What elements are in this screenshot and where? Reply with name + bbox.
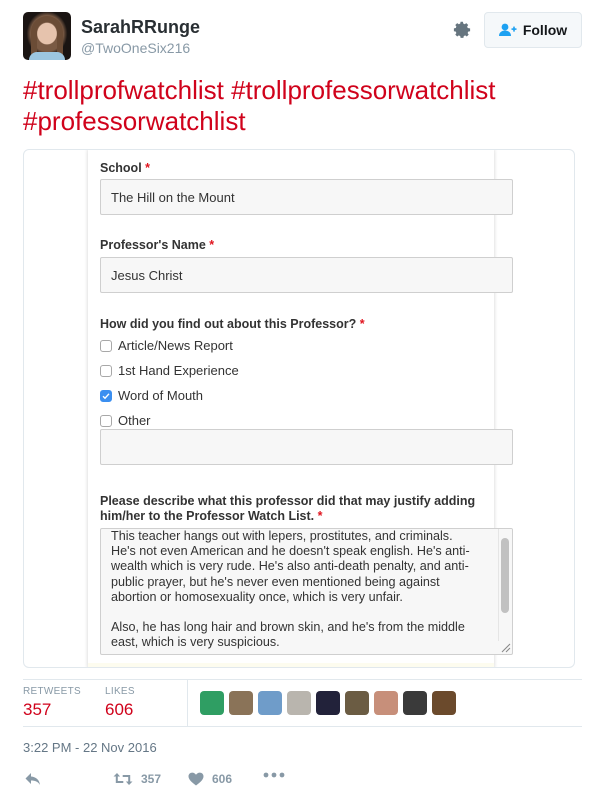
description-label-line2: him/her to the Professor Watch List. xyxy=(100,509,315,523)
checkbox-checked[interactable] xyxy=(100,389,112,402)
tweet-timestamp[interactable]: 3:22 PM - 22 Nov 2016 xyxy=(23,740,157,755)
hashtag-link[interactable]: #professorwatchlist xyxy=(23,106,246,136)
liker-avatar[interactable] xyxy=(229,691,253,715)
required-mark: * xyxy=(317,509,323,523)
likes-label: LIKES xyxy=(105,686,135,697)
professor-name-label-text: Professor's Name xyxy=(100,238,206,252)
school-input[interactable]: The Hill on the Mount xyxy=(100,179,513,215)
stats-separator xyxy=(187,680,188,726)
reply-icon xyxy=(25,773,40,785)
description-label-line1: Please describe what this professor did … xyxy=(100,494,476,508)
divider xyxy=(23,726,582,727)
hashtag-link[interactable]: #trollprofessorwatchlist xyxy=(231,75,495,105)
option-label: Article/News Report xyxy=(118,338,233,353)
liker-avatar[interactable] xyxy=(258,691,282,715)
school-label: School * xyxy=(100,161,150,176)
follow-button[interactable]: Follow xyxy=(484,12,582,48)
liker-avatar[interactable] xyxy=(432,691,456,715)
other-input[interactable] xyxy=(100,429,513,465)
watchlist-form: School * The Hill on the Mount Professor… xyxy=(88,150,513,667)
liker-avatar[interactable] xyxy=(287,691,311,715)
option-label: Other xyxy=(118,413,151,428)
required-mark: * xyxy=(359,317,365,331)
checkbox[interactable] xyxy=(100,339,112,352)
option-label: Word of Mouth xyxy=(118,388,204,403)
description-label: Please describe what this professor did … xyxy=(100,494,475,524)
likes-value: 606 xyxy=(105,700,134,719)
professor-name-label: Professor's Name * xyxy=(100,238,214,253)
scrollbar-track[interactable] xyxy=(498,529,512,641)
heart-icon xyxy=(188,772,204,786)
tweet-header: SarahRRunge @TwoOneSix216 Follow xyxy=(0,0,600,65)
source-question-label: How did you find out about this Professo… xyxy=(100,317,365,332)
gear-icon[interactable] xyxy=(452,20,472,40)
more-icon xyxy=(263,772,285,778)
retweet-icon xyxy=(113,773,133,785)
form-bottom-edge xyxy=(88,663,494,667)
option-label: 1st Hand Experience xyxy=(118,363,239,378)
liker-avatar[interactable] xyxy=(374,691,398,715)
professor-name-input[interactable]: Jesus Christ xyxy=(100,257,513,293)
likes-stat[interactable]: LIKES 606 xyxy=(105,686,135,720)
retweet-button[interactable]: 357 xyxy=(113,772,161,786)
liker-avatar[interactable] xyxy=(403,691,427,715)
liker-avatar[interactable] xyxy=(200,691,224,715)
reply-button[interactable] xyxy=(25,772,41,786)
more-button[interactable] xyxy=(263,772,285,778)
follow-label: Follow xyxy=(522,22,568,38)
required-mark: * xyxy=(145,161,151,175)
user-avatar[interactable] xyxy=(23,12,71,60)
liker-avatar[interactable] xyxy=(316,691,340,715)
option-1st-hand-experience[interactable]: 1st Hand Experience xyxy=(100,363,239,378)
professor-name-value: Jesus Christ xyxy=(111,267,183,283)
option-article-news-report[interactable]: Article/News Report xyxy=(100,338,233,353)
school-value: The Hill on the Mount xyxy=(111,189,235,205)
person-plus-icon xyxy=(498,23,517,36)
user-handle[interactable]: @TwoOneSix216 xyxy=(81,40,190,56)
checkbox[interactable] xyxy=(100,414,112,427)
attached-image[interactable]: School * The Hill on the Mount Professor… xyxy=(23,149,575,668)
retweets-value: 357 xyxy=(23,700,52,719)
checkmark-icon xyxy=(102,392,110,399)
school-label-text: School xyxy=(100,161,142,175)
retweets-label: RETWEETS xyxy=(23,686,81,697)
hashtag-link[interactable]: #trollprofwatchlist xyxy=(23,75,224,105)
description-textarea[interactable]: This teacher hangs out with lepers, pros… xyxy=(100,528,513,655)
like-button[interactable]: 606 xyxy=(188,772,232,786)
description-value: This teacher hangs out with lepers, pros… xyxy=(111,529,470,650)
source-question-text: How did you find out about this Professo… xyxy=(100,317,357,331)
option-word-of-mouth[interactable]: Word of Mouth xyxy=(100,388,203,403)
resize-handle-icon[interactable] xyxy=(499,641,511,653)
option-other[interactable]: Other xyxy=(100,413,151,428)
checkbox[interactable] xyxy=(100,364,112,377)
scrollbar-thumb[interactable] xyxy=(501,538,509,613)
tweet-text: #trollprofwatchlist #trollprofessorwatch… xyxy=(23,75,583,137)
like-count: 606 xyxy=(212,772,233,786)
liker-avatars xyxy=(200,691,456,715)
required-mark: * xyxy=(209,238,215,252)
divider xyxy=(23,679,582,680)
display-name[interactable]: SarahRRunge xyxy=(81,17,200,38)
avatar-shirt xyxy=(29,52,65,60)
liker-avatar[interactable] xyxy=(345,691,369,715)
retweet-count: 357 xyxy=(141,772,162,786)
tweet-actions: 357 606 xyxy=(23,772,583,792)
retweets-stat[interactable]: RETWEETS 357 xyxy=(23,686,81,720)
